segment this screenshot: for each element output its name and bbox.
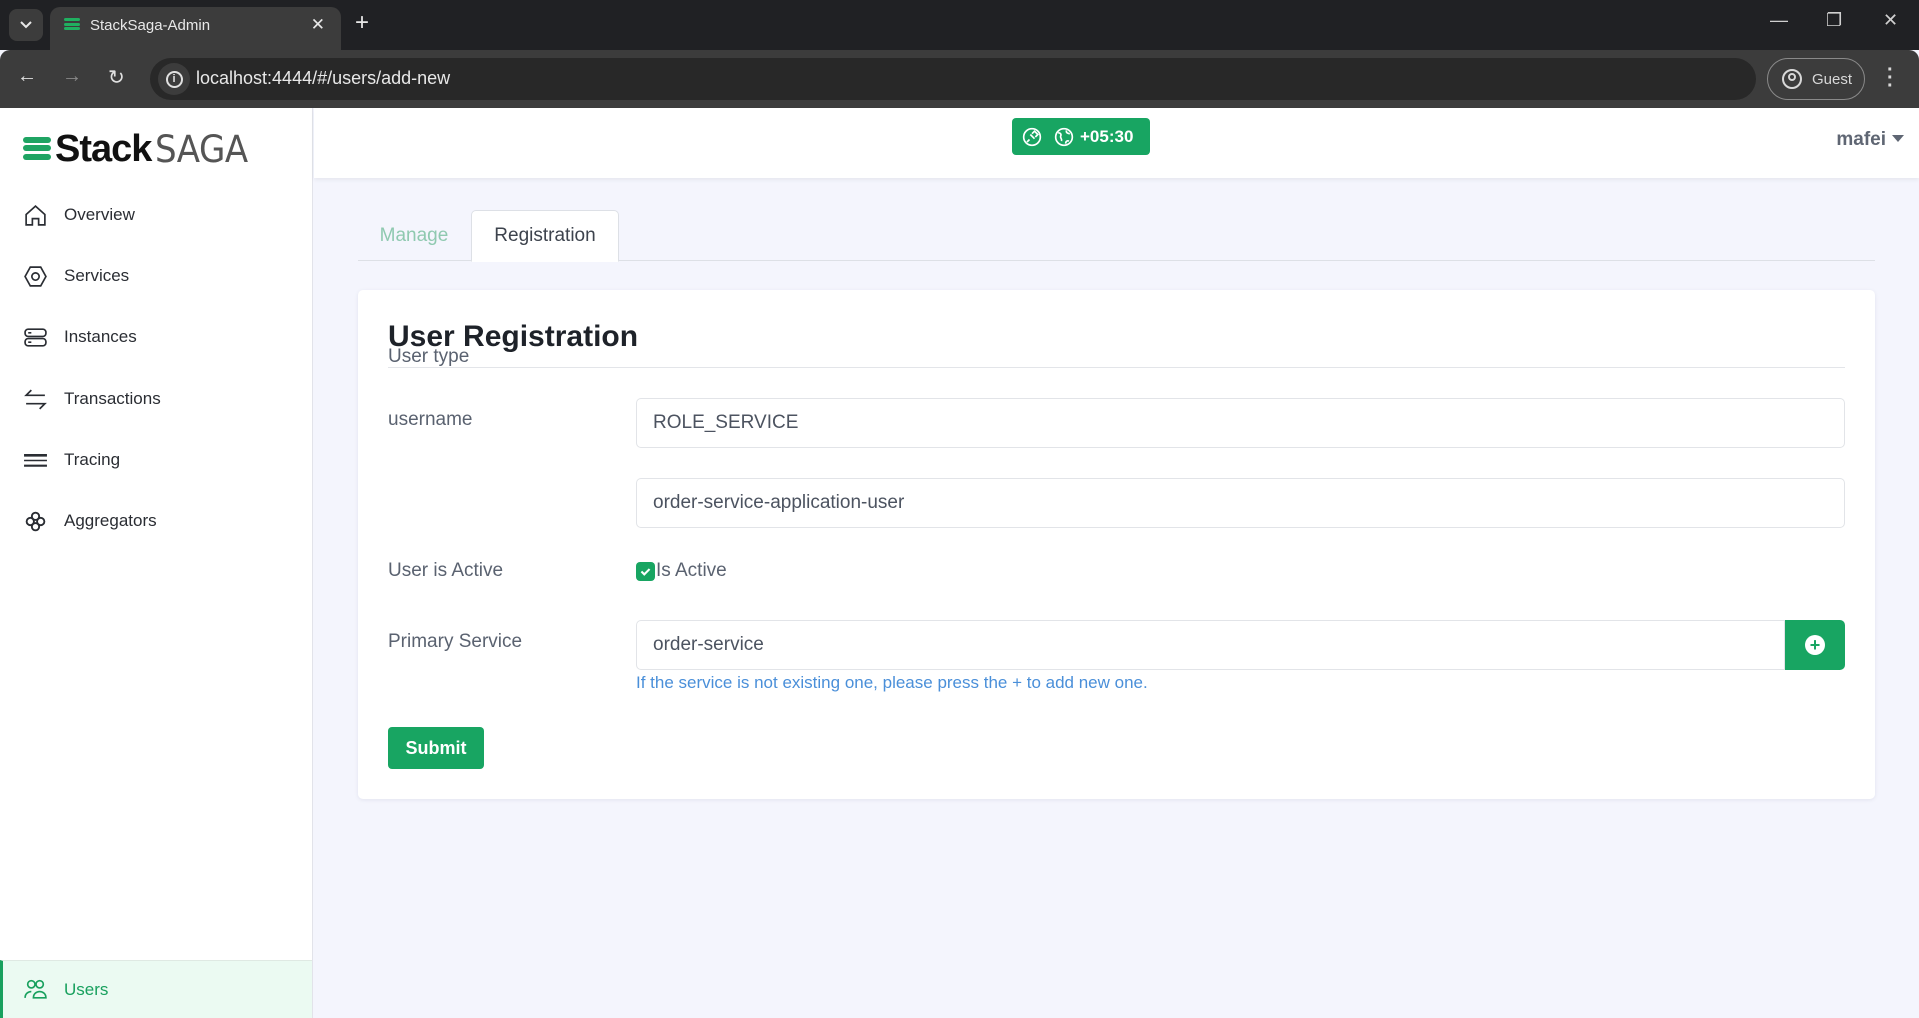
home-icon <box>25 204 46 226</box>
profile-button[interactable]: Guest <box>1767 58 1865 100</box>
new-tab-button[interactable]: + <box>355 9 369 37</box>
tabs: Manage Registration <box>358 210 1875 262</box>
sidebar-item-services[interactable]: Services <box>0 248 312 304</box>
sidebar-item-instances[interactable]: Instances <box>0 309 312 365</box>
tab-registration[interactable]: Registration <box>471 210 619 262</box>
app-header: +05:30 mafei <box>314 108 1919 178</box>
hexagon-icon <box>24 265 47 287</box>
sidebar-item-overview[interactable]: Overview <box>0 187 312 243</box>
browser-toolbar: ← → ↻ i localhost:4444/#/users/add-new G… <box>0 50 1919 108</box>
tab-search-button[interactable] <box>9 9 43 41</box>
sidebar-item-aggregators[interactable]: Aggregators <box>0 493 312 549</box>
browser-tab[interactable]: StackSaga-Admin ✕ <box>50 7 341 50</box>
address-bar[interactable]: i localhost:4444/#/users/add-new <box>150 58 1756 100</box>
user-type-field[interactable]: ROLE_SERVICE <box>636 398 1845 448</box>
is-active-checkbox[interactable] <box>636 562 655 581</box>
registration-card: User Registration User type ROLE_SERVICE… <box>358 290 1875 799</box>
tab-title: StackSaga-Admin <box>90 17 211 34</box>
plug-connected-icon <box>1022 127 1042 146</box>
sidebar-item-label: Aggregators <box>64 511 157 530</box>
tab-manage[interactable]: Manage <box>358 210 470 261</box>
close-window-icon[interactable]: ✕ <box>1883 10 1898 31</box>
user-circle-icon <box>1782 69 1802 89</box>
server-icon <box>24 327 47 347</box>
timezone-offset: +05:30 <box>1080 126 1134 146</box>
info-icon: i <box>165 70 183 88</box>
divider <box>388 367 1845 368</box>
logo[interactable]: Stack SAGA <box>23 128 256 171</box>
username-label: username <box>388 409 473 430</box>
site-info-button[interactable]: i <box>158 63 190 95</box>
sidebar-item-label: Transactions <box>64 389 161 408</box>
user-menu[interactable]: mafei <box>1836 129 1904 151</box>
arrows-exchange-icon <box>24 389 47 409</box>
plus-circle-icon: + <box>1805 635 1825 655</box>
sidebar-item-transactions[interactable]: Transactions <box>0 371 312 427</box>
check-icon <box>640 568 651 576</box>
url-text[interactable]: localhost:4444/#/users/add-new <box>196 68 450 89</box>
profile-label: Guest <box>1812 70 1853 88</box>
primary-service-help-text: If the service is not existing one, plea… <box>636 673 1148 692</box>
browser-tabstrip: StackSaga-Admin ✕ + — ❐ ✕ <box>0 0 1919 50</box>
add-service-button[interactable]: + <box>1785 620 1845 670</box>
forward-icon[interactable]: → <box>62 65 82 88</box>
logo-stack-icon <box>23 136 51 163</box>
sidebar-item-label: Tracing <box>64 450 121 469</box>
submit-button[interactable]: Submit <box>388 727 484 769</box>
flower-icon <box>25 511 46 531</box>
close-tab-icon[interactable]: ✕ <box>311 15 325 35</box>
users-icon <box>24 979 47 999</box>
chevron-down-icon <box>20 21 32 29</box>
primary-service-field[interactable]: order-service <box>636 620 1785 670</box>
stacksaga-favicon-icon <box>64 18 80 34</box>
lines-icon <box>24 453 47 467</box>
logo-text-saga: SAGA <box>155 128 249 171</box>
user-is-active-label: User is Active <box>388 560 504 581</box>
browser-menu-icon[interactable]: · · · <box>1887 60 1894 96</box>
sidebar-item-label: Services <box>64 266 130 285</box>
user-type-label: User type <box>388 346 470 367</box>
caret-down-icon <box>1892 134 1904 142</box>
back-icon[interactable]: ← <box>17 65 37 88</box>
minimize-icon[interactable]: — <box>1770 10 1788 31</box>
globe-icon <box>1054 127 1074 146</box>
sidebar-item-label: Users <box>64 979 109 999</box>
sidebar-item-tracing[interactable]: Tracing <box>0 432 312 488</box>
is-active-checkbox-label[interactable]: Is Active <box>656 560 727 582</box>
sidebar-item-label: Overview <box>64 205 135 224</box>
sidebar: Stack SAGA Overview Services Instances T… <box>0 108 313 1018</box>
sidebar-item-label: Instances <box>64 327 137 346</box>
sidebar-item-users[interactable]: Users <box>0 960 312 1018</box>
logo-text-stack: Stack <box>55 128 152 170</box>
status-badge[interactable]: +05:30 <box>1012 118 1150 155</box>
username-field[interactable]: order-service-application-user <box>636 478 1845 528</box>
reload-icon[interactable]: ↻ <box>108 65 125 90</box>
primary-service-label: Primary Service <box>388 631 523 652</box>
username: mafei <box>1836 129 1886 150</box>
restore-icon[interactable]: ❐ <box>1826 10 1842 31</box>
